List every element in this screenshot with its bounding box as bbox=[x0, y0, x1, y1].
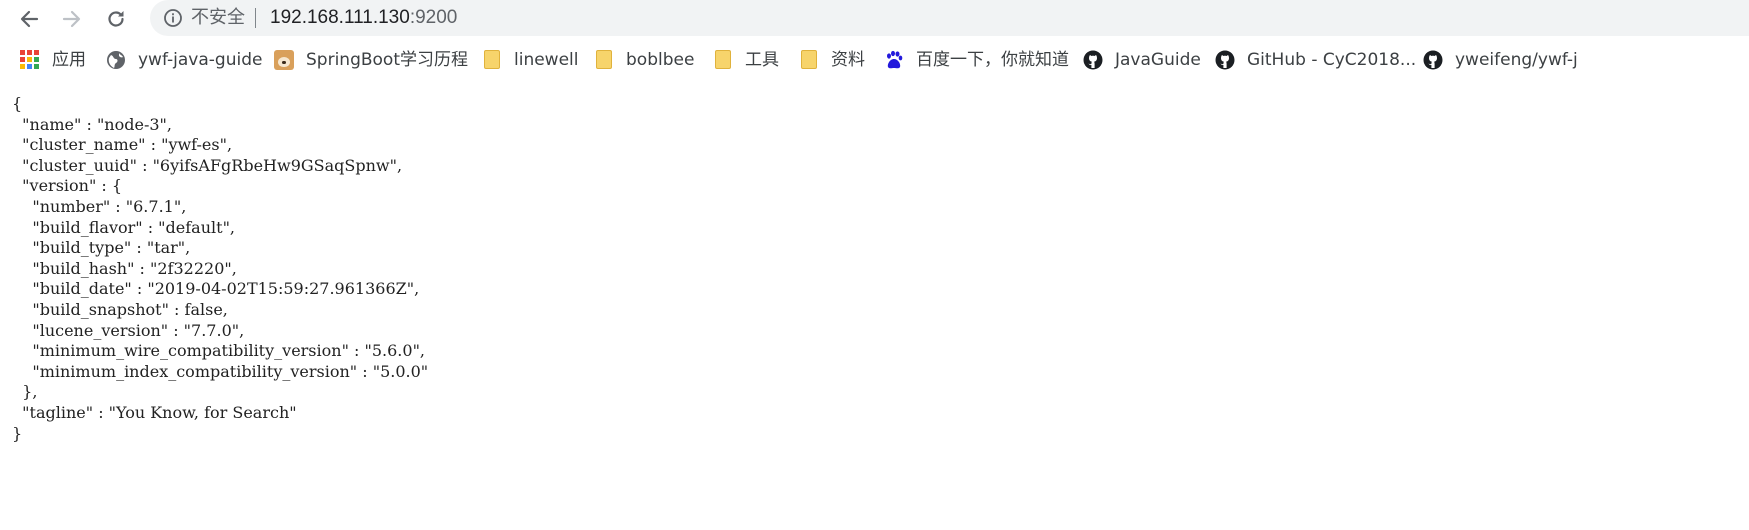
github-icon bbox=[1423, 50, 1443, 70]
bookmark-label: boblbee bbox=[626, 50, 695, 70]
folder-icon bbox=[799, 50, 819, 70]
folder-icon bbox=[482, 50, 502, 70]
bookmark-ywf-java-guide[interactable]: ywf-java-guide bbox=[106, 48, 262, 72]
json-line: "build_date" : "2019-04-02T15:59:27.9613… bbox=[12, 279, 420, 299]
bookmark-label: JavaGuide bbox=[1115, 50, 1201, 70]
arrow-right-icon bbox=[62, 10, 81, 28]
json-line: "build_flavor" : "default", bbox=[12, 217, 236, 237]
bookmark-folder-linewell[interactable]: linewell bbox=[482, 48, 579, 72]
bookmark-label: yweifeng/ywf-j bbox=[1455, 50, 1578, 70]
bookmark-label: 工具 bbox=[745, 50, 779, 70]
bookmark-label: ywf-java-guide bbox=[138, 50, 263, 70]
json-line: "minimum_wire_compatibility_version" : "… bbox=[12, 341, 426, 361]
json-line: "build_snapshot" : false, bbox=[12, 299, 228, 319]
bookmark-label: SpringBoot学习历程 bbox=[306, 50, 468, 70]
security-status-label[interactable]: 不安全 bbox=[191, 7, 245, 29]
baidu-paw-icon bbox=[884, 50, 904, 70]
url-text[interactable]: 192.168.111.130:9200 bbox=[270, 6, 457, 30]
bookmark-springboot[interactable]: SpringBoot学习历程 bbox=[274, 48, 468, 72]
github-icon bbox=[1083, 50, 1103, 70]
folder-icon bbox=[713, 50, 733, 70]
bookmark-apps[interactable]: 应用 bbox=[20, 48, 86, 72]
bookmark-label: 资料 bbox=[831, 50, 865, 70]
json-line: }, bbox=[12, 382, 38, 402]
bookmark-github-cyc2018[interactable]: GitHub - CyC2018... bbox=[1215, 48, 1416, 72]
reload-button[interactable] bbox=[101, 4, 131, 34]
apps-grid-icon bbox=[20, 50, 40, 70]
bookmarks-bar: 应用 ywf-java-guide SpringBoot学习历程 linewel… bbox=[0, 38, 1749, 82]
address-bar[interactable]: 不安全 192.168.111.130:9200 bbox=[150, 0, 1749, 36]
url-host: 192.168.111.130 bbox=[270, 7, 410, 28]
json-line: "version" : { bbox=[12, 176, 123, 196]
browser-toolbar: 不安全 192.168.111.130:9200 bbox=[0, 0, 1749, 38]
json-line: "build_hash" : "2f32220", bbox=[12, 258, 237, 278]
back-button[interactable] bbox=[14, 4, 44, 34]
bookmark-folder-tools[interactable]: 工具 bbox=[713, 48, 779, 72]
bookmark-label: GitHub - CyC2018... bbox=[1247, 50, 1417, 70]
json-line: "build_type" : "tar", bbox=[12, 238, 191, 258]
json-line: "cluster_uuid" : "6yifsAFgRbeHw9GSaqSpnw… bbox=[12, 155, 403, 175]
json-line: } bbox=[12, 423, 23, 443]
address-divider bbox=[255, 8, 256, 28]
reload-icon bbox=[108, 11, 124, 27]
json-line: { bbox=[12, 94, 23, 113]
json-line: "minimum_index_compatibility_version" : … bbox=[12, 361, 429, 381]
json-line: "lucene_version" : "7.7.0", bbox=[12, 320, 245, 340]
shiba-avatar-icon bbox=[274, 50, 294, 70]
bookmark-yweifeng[interactable]: yweifeng/ywf-j bbox=[1423, 48, 1578, 72]
url-port: :9200 bbox=[409, 7, 458, 28]
info-icon[interactable] bbox=[163, 8, 183, 28]
arrow-left-icon bbox=[20, 10, 39, 28]
json-response: { "name" : "node-3", "cluster_name" : "y… bbox=[12, 94, 428, 444]
bookmark-baidu[interactable]: 百度一下，你就知道 bbox=[884, 48, 1069, 72]
forward-button[interactable] bbox=[57, 4, 87, 34]
json-line: "cluster_name" : "ywf-es", bbox=[12, 135, 233, 155]
bookmark-folder-boblbee[interactable]: boblbee bbox=[594, 48, 694, 72]
folder-icon bbox=[594, 50, 614, 70]
bookmark-label: 百度一下，你就知道 bbox=[916, 50, 1069, 70]
bookmark-javaguide[interactable]: JavaGuide bbox=[1083, 48, 1201, 72]
bookmark-folder-materials[interactable]: 资料 bbox=[799, 48, 865, 72]
bookmark-label: linewell bbox=[514, 50, 579, 70]
json-line: "tagline" : "You Know, for Search" bbox=[12, 402, 297, 422]
json-line: "number" : "6.7.1", bbox=[12, 196, 187, 216]
globe-icon bbox=[106, 50, 126, 70]
github-icon bbox=[1215, 50, 1235, 70]
bookmark-label: 应用 bbox=[52, 50, 86, 70]
json-line: "name" : "node-3", bbox=[12, 114, 172, 134]
